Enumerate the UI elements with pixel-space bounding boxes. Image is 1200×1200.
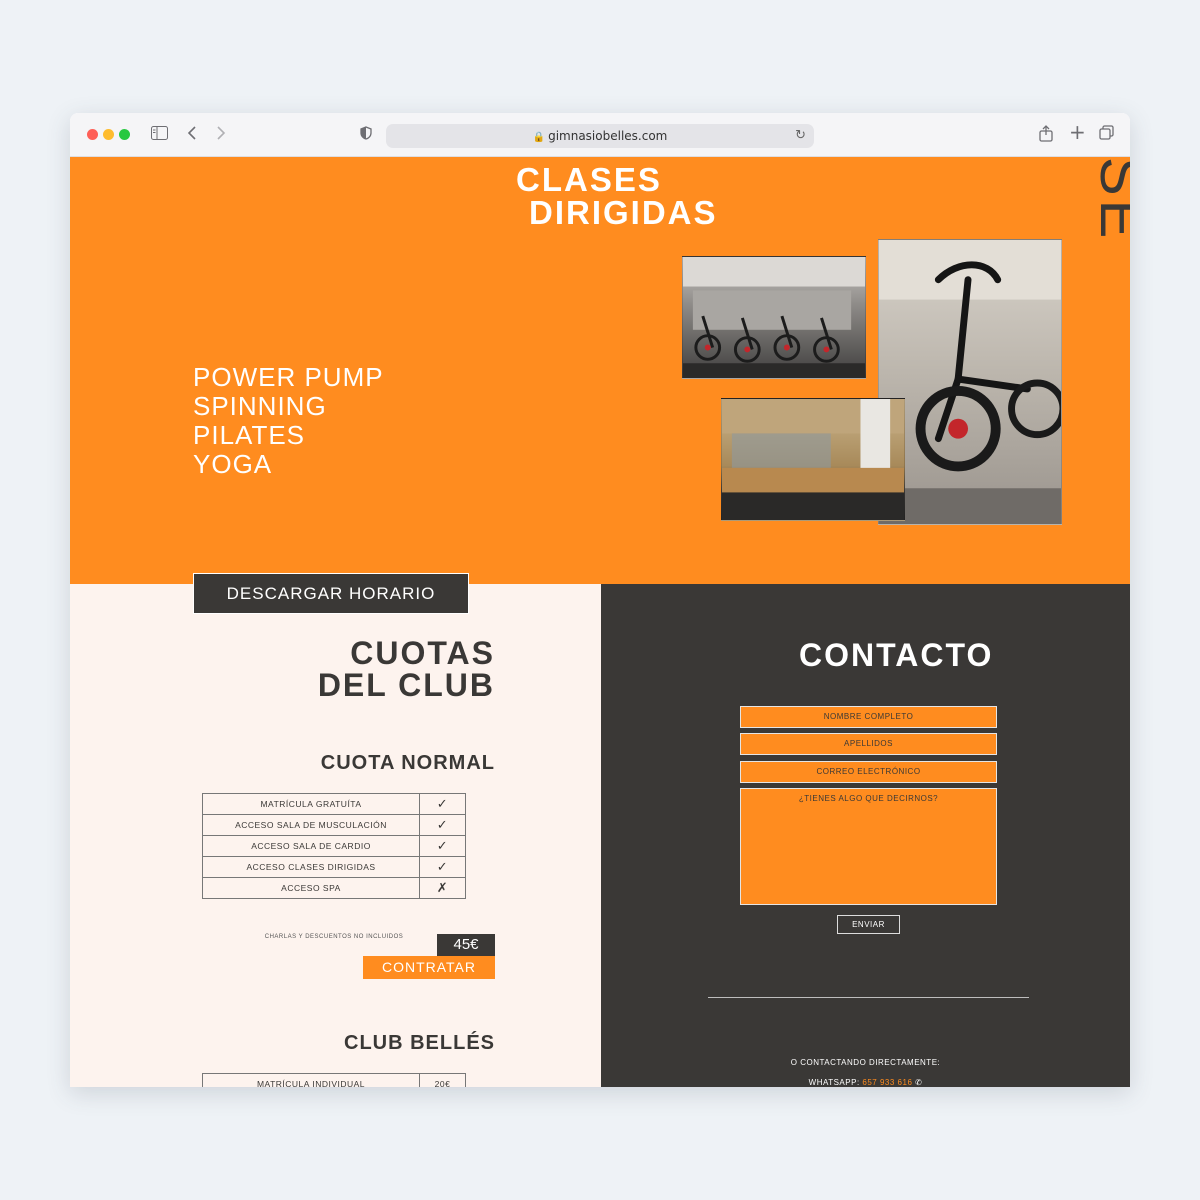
normal-fee-table: MATRÍCULA GRATUÍTA ✓ ACCESO SALA DE MUSCU…	[202, 793, 466, 899]
whatsapp-icon[interactable]: ✆	[915, 1078, 922, 1087]
table-row: ACCESO CLASES DIRIGIDAS ✓	[202, 856, 466, 878]
side-vertical-word: SE	[1096, 157, 1130, 247]
class-item: SPINNING	[193, 391, 327, 421]
whatsapp-label: WHATSAPP:	[808, 1078, 860, 1087]
fees-title-line2: DEL CLUB	[317, 667, 495, 703]
contact-title: CONTACTO	[799, 637, 994, 673]
check-icon: ✓	[419, 856, 466, 878]
download-schedule-button[interactable]: DESCARGAR HORARIO	[193, 573, 469, 614]
fees-title-line1: CUOTAS	[350, 635, 495, 671]
surname-field[interactable]: APELLIDOS	[740, 733, 997, 755]
cross-icon: ✗	[419, 877, 466, 899]
full-name-field[interactable]: NOMBRE COMPLETO	[740, 706, 997, 728]
table-cell: MATRÍCULA INDIVIDUAL	[202, 1073, 420, 1087]
table-row: ACCESO SALA DE MUSCULACIÓN ✓	[202, 814, 466, 836]
table-row: MATRÍCULA INDIVIDUAL 20€	[202, 1073, 466, 1087]
spinning-room-photo	[682, 256, 866, 379]
url-text: gimnasiobelles.com	[548, 129, 668, 143]
club-fee-table: MATRÍCULA INDIVIDUAL 20€	[202, 1073, 466, 1087]
new-tab-icon[interactable]: +	[1069, 122, 1086, 142]
address-bar[interactable]: 🔒 gimnasiobelles.com ↻	[386, 124, 814, 148]
check-icon: ✓	[419, 793, 466, 815]
whatsapp-number[interactable]: 657 933 616	[862, 1078, 912, 1087]
message-field[interactable]: ¿TIENES ALGO QUE DECIRNOS?	[740, 788, 997, 905]
fees-section: CUOTAS DEL CLUB CUOTA NORMAL MATRÍCULA G…	[70, 584, 601, 1087]
class-item: POWER PUMP	[193, 362, 384, 392]
table-cell: ACCESO SALA DE CARDIO	[202, 835, 420, 857]
sidebar-toggle-icon[interactable]	[151, 125, 168, 145]
price-tag: 45€	[437, 934, 495, 956]
browser-window: 🔒 gimnasiobelles.com ↻ + CLASES DIRIGIDAS…	[70, 113, 1130, 1087]
check-icon: ✓	[419, 814, 466, 836]
class-item: PILATES	[193, 420, 306, 450]
web-page: CLASES DIRIGIDAS SE POWER PUMP SPINNING …	[70, 157, 1130, 1087]
send-button[interactable]: ENVIAR	[837, 915, 900, 934]
table-row: MATRÍCULA GRATUÍTA ✓	[202, 793, 466, 815]
table-row: ACCESO SPA ✗	[202, 877, 466, 899]
share-icon[interactable]	[1039, 125, 1053, 147]
table-row: ACCESO SALA DE CARDIO ✓	[202, 835, 466, 857]
table-cell: MATRÍCULA GRATUÍTA	[202, 793, 420, 815]
table-cell: ACCESO SALA DE MUSCULACIÓN	[202, 814, 420, 836]
club-fee-title: CLUB BELLÉS	[344, 1032, 495, 1054]
tab-overview-icon[interactable]	[1099, 125, 1114, 145]
forward-arrow-icon[interactable]	[216, 125, 226, 145]
contact-section: CONTACTO NOMBRE COMPLETO APELLIDOS CORRE…	[601, 584, 1130, 1087]
class-item: YOGA	[193, 449, 273, 479]
contract-button[interactable]: CONTRATAR	[363, 956, 495, 979]
table-cell: ACCESO SPA	[202, 877, 420, 899]
browser-toolbar: 🔒 gimnasiobelles.com ↻ +	[70, 113, 1130, 157]
minimize-window-button[interactable]	[103, 129, 114, 140]
studio-room-photo	[721, 398, 905, 521]
classes-hero: CLASES DIRIGIDAS SE POWER PUMP SPINNING …	[70, 157, 1130, 584]
back-arrow-icon[interactable]	[187, 125, 197, 145]
close-window-button[interactable]	[87, 129, 98, 140]
direct-contact-label: O CONTACTANDO DIRECTAMENTE:	[790, 1058, 941, 1067]
privacy-shield-icon[interactable]	[360, 125, 372, 145]
divider	[708, 997, 1029, 998]
hero-title-line2: DIRIGIDAS	[529, 194, 718, 231]
spinning-bike-photo	[878, 239, 1062, 525]
table-cell: ACCESO CLASES DIRIGIDAS	[202, 856, 420, 878]
hero-title-line1: CLASES	[516, 161, 662, 198]
reload-icon[interactable]: ↻	[795, 124, 806, 148]
email-field[interactable]: CORREO ELECTRÓNICO	[740, 761, 997, 783]
lock-icon: 🔒	[532, 132, 546, 143]
whatsapp-line: WHATSAPP: 657 933 616 ✆	[601, 1078, 1130, 1087]
class-list: POWER PUMP SPINNING PILATES YOGA	[193, 363, 384, 479]
side-vertical-word-text: SE	[1096, 157, 1130, 243]
normal-fee-title: CUOTA NORMAL	[320, 752, 495, 774]
table-cell: 20€	[419, 1073, 466, 1087]
check-icon: ✓	[419, 835, 466, 857]
fees-title: CUOTAS DEL CLUB	[318, 637, 495, 701]
hero-title: CLASES DIRIGIDAS	[516, 163, 756, 229]
maximize-window-button[interactable]	[119, 129, 130, 140]
fee-note: CHARLAS Y DESCUENTOS NO INCLUIDOS	[264, 934, 404, 940]
